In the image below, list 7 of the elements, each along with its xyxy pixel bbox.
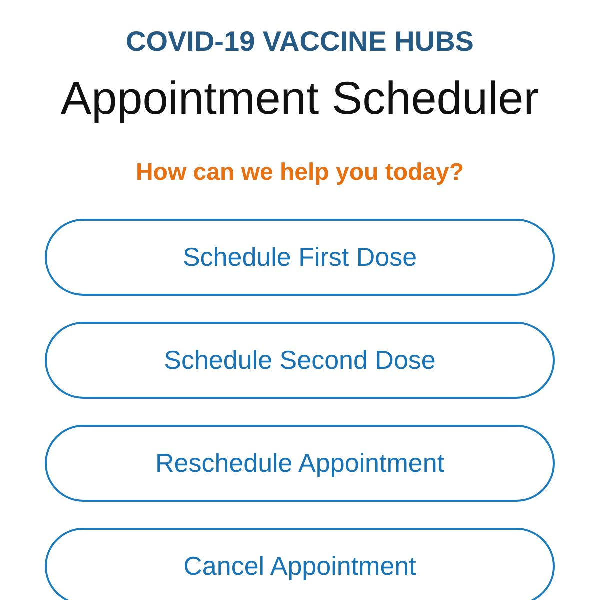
prompt-text: How can we help you today?	[136, 158, 464, 188]
action-button[interactable]: Schedule First Dose	[45, 219, 555, 296]
action-button[interactable]: Cancel Appointment	[45, 528, 555, 600]
page-title: Appointment Scheduler	[60, 72, 540, 124]
action-button[interactable]: Schedule Second Dose	[45, 322, 555, 399]
action-button[interactable]: Reschedule Appointment	[45, 425, 555, 502]
organization-name: COVID-19 VACCINE HUBS	[126, 26, 474, 58]
